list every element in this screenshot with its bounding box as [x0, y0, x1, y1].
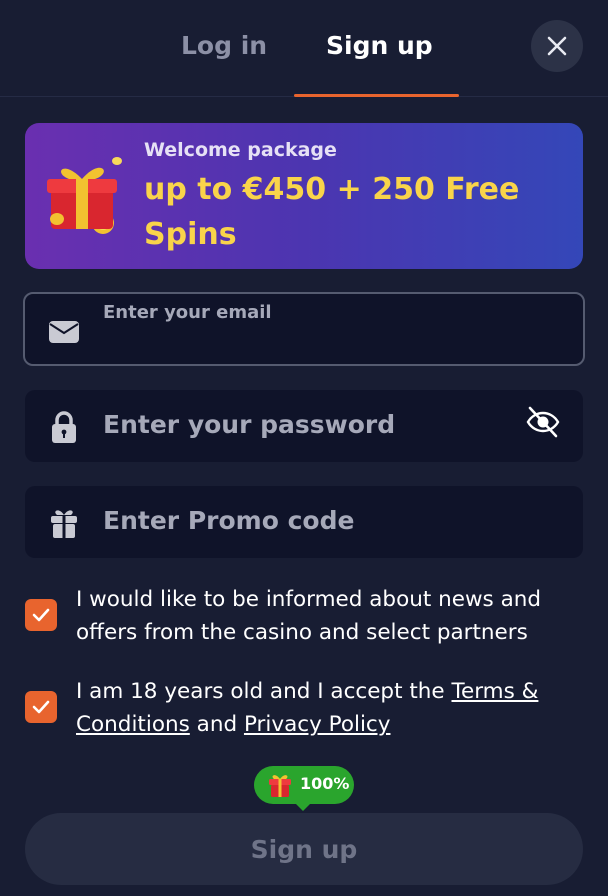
- news-consent-checkbox[interactable]: [25, 599, 57, 631]
- bonus-progress-badge: 100%: [254, 766, 354, 804]
- active-tab-indicator: [294, 94, 459, 97]
- promo-code-field[interactable]: Enter Promo code: [25, 486, 583, 558]
- age-consent-prefix: I am 18 years old and I accept the: [76, 679, 445, 704]
- gift-icon: [51, 510, 77, 538]
- password-placeholder: Enter your password: [103, 410, 396, 439]
- age-consent-checkbox[interactable]: [25, 691, 57, 723]
- password-field[interactable]: Enter your password: [25, 390, 583, 462]
- auth-header: Log in Sign up: [0, 0, 608, 97]
- banner-amount: up to €450 + 250 Free Spins: [144, 172, 520, 252]
- news-consent-text: I would like to be informed about news a…: [76, 587, 542, 645]
- check-icon: [32, 700, 50, 714]
- eye-off-icon[interactable]: [525, 404, 561, 440]
- close-icon: [547, 36, 567, 56]
- close-button[interactable]: [531, 20, 583, 72]
- banner-title: Welcome package: [144, 139, 337, 161]
- age-consent-text: I am 18 years old and I accept the Terms…: [76, 675, 586, 741]
- envelope-icon: [49, 321, 79, 343]
- lock-icon: [52, 411, 76, 443]
- gift-icon: [269, 775, 291, 797]
- check-icon: [32, 608, 50, 622]
- promo-placeholder: Enter Promo code: [103, 506, 355, 535]
- tab-login[interactable]: Log in: [181, 26, 267, 66]
- badge-pointer: [293, 801, 313, 811]
- signup-submit-button[interactable]: Sign up: [25, 813, 583, 885]
- email-field[interactable]: Enter your email: [23, 292, 585, 366]
- privacy-policy-link[interactable]: Privacy Policy: [244, 712, 391, 737]
- bonus-percent: 100%: [300, 774, 350, 793]
- gift-icon: [47, 157, 122, 234]
- email-label: Enter your email: [103, 302, 272, 323]
- welcome-banner: Welcome package up to €450 + 250 Free Sp…: [25, 123, 583, 269]
- tab-signup[interactable]: Sign up: [326, 26, 433, 66]
- and-word: and: [196, 712, 238, 737]
